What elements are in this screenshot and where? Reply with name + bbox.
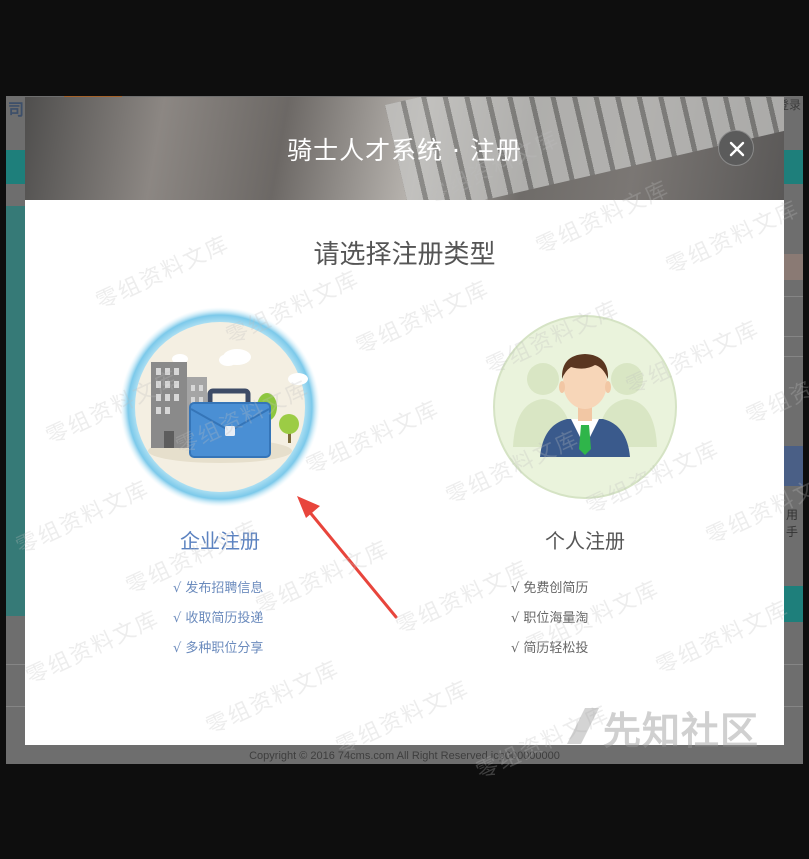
close-icon <box>729 141 745 157</box>
modal-title: 骑士人才系统 · 注册 <box>287 136 522 165</box>
background-teal-bar <box>784 150 803 184</box>
personal-register-image[interactable] <box>485 307 685 507</box>
divider <box>784 664 803 665</box>
modal-header: 骑士人才系统 · 注册 <box>25 97 784 200</box>
register-modal: 骑士人才系统 · 注册 请选择注册类型 企业注册 √ 发布招聘信息 √ 收取简历… <box>25 97 784 745</box>
personal-register-label[interactable]: 个人注册 <box>485 525 685 554</box>
list-item: √ 多种职位分享 <box>173 641 264 656</box>
list-item: √ 发布招聘信息 <box>173 581 264 596</box>
divider <box>784 356 803 357</box>
divider <box>784 706 803 707</box>
close-button[interactable] <box>718 130 754 166</box>
company-register-label[interactable]: 企业注册 <box>120 525 320 554</box>
briefcase-building-icon <box>120 307 320 507</box>
list-item: √ 收取简历投递 <box>173 611 264 626</box>
list-item: √ 免费创简历 <box>511 581 589 596</box>
choose-type-title: 请选择注册类型 <box>313 240 496 270</box>
personal-register-option[interactable]: 个人注册 √ 免费创简历 √ 职位海量淘 √ 简历轻松投 <box>485 307 685 664</box>
list-item: √ 职位海量淘 <box>511 611 589 626</box>
background-block <box>784 254 803 280</box>
person-avatar-icon <box>493 315 677 499</box>
background-blue-block <box>784 446 803 486</box>
company-register-image[interactable] <box>120 307 320 507</box>
page-footer: Copyright © 2016 74cms.com All Right Res… <box>249 750 560 762</box>
personal-feature-list: √ 免费创简历 √ 职位海量淘 √ 简历轻松投 <box>511 574 685 664</box>
background-side-text: 用手 <box>786 508 799 539</box>
divider <box>784 296 803 297</box>
background-teal-bar <box>784 586 803 622</box>
company-register-option[interactable]: 企业注册 √ 发布招聘信息 √ 收取简历投递 √ 多种职位分享 <box>120 307 320 664</box>
list-item: √ 简历轻松投 <box>511 641 589 656</box>
company-feature-list: √ 发布招聘信息 √ 收取简历投递 √ 多种职位分享 <box>173 574 320 664</box>
divider <box>784 336 803 337</box>
